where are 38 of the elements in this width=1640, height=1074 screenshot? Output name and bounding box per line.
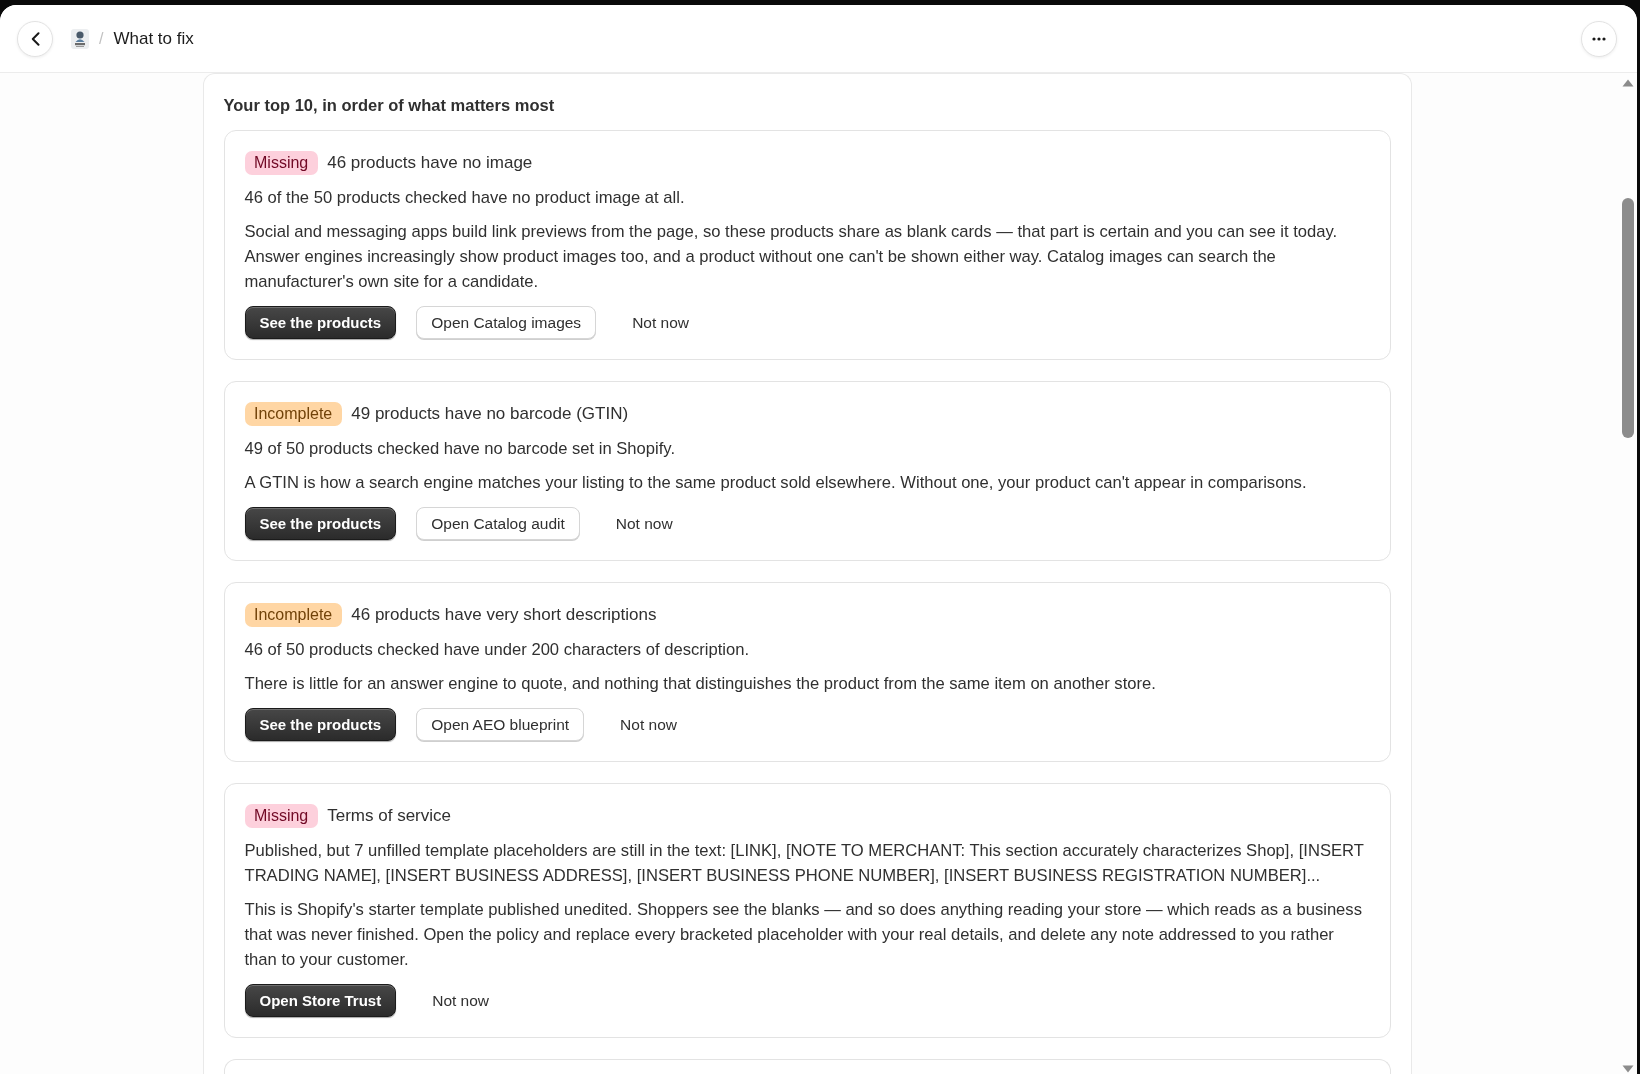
primary-button[interactable]: Open Store Trust [244,984,397,1017]
issue-summary: 49 of 50 products checked have no barcode set in Shopify. [244,437,676,460]
issue-description: This is Shopify's starter template published unedited. Shoppers see the blanks — and so does anything reading your store — which reads as a business that was never finished. Open the policy and replace every bracketed placeholder with your real details, and delete any note addressed to you rather than to your customer. [244,899,1363,971]
secondary-button[interactable]: Open Catalog images [416,306,597,339]
issue-description: A GTIN is how a search engine matches your listing to the same product sold elsewhere. Without one, your product can't appear in comparisons. [244,472,1308,494]
issue-title: 46 products have very short descriptions [351,604,657,626]
issue-title: 49 products have no barcode (GTIN) [351,403,629,425]
scrollbar-thumb[interactable] [1621,198,1634,438]
dismiss-button[interactable]: Not now [603,507,685,540]
scroll-up-icon[interactable] [1621,79,1634,87]
status-badge: Missing [244,151,318,175]
breadcrumb-separator: / [99,28,104,49]
chevron-left-icon [30,31,40,46]
issue-description: There is little for an answer engine to quote, and nothing that distinguishes the product from the same item on another store. [244,673,1157,695]
issue-summary: Published, but 7 unfilled template placeholders are still in the text: [LINK], [NOTE TO MERCHANT: This section accurately characterizes Shop], [INSERT TRADING NAME], [INSERT BUSINESS ADDRESS], [INSERT BUSINESS PHONE NUMBER], [INSERT BUSINESS REGISTRATION NUMBER]... [244,839,1365,887]
issue-summary: 46 of the 50 products checked have no product image at all. [244,186,686,209]
issue-title: 46 products have no image [327,152,533,174]
issue-description: Social and messaging apps build link previews from the page, so these products share as blank cards — that part is certain and you can see it today. Answer engines increasingly show product images too, and a product without one can't be shown either way. Catalog images can search the manufacturer's own site for a candidate. [244,221,1339,293]
logo-icon [71,28,89,49]
primary-button[interactable]: See the products [244,507,397,540]
status-badge: Incomplete [244,402,342,426]
dismiss-button[interactable]: Not now [620,306,701,339]
primary-button[interactable]: See the products [244,306,397,339]
page-title: What to fix [113,28,194,49]
primary-button[interactable]: See the products [244,708,397,741]
back-button[interactable] [17,20,53,57]
secondary-button[interactable]: Open AEO blueprint [416,708,585,741]
more-icon [1592,36,1606,41]
status-badge: Missing [244,804,318,828]
status-badge: Incomplete [244,603,342,627]
dismiss-button[interactable]: Not now [420,984,502,1017]
more-button[interactable] [1581,20,1617,57]
dismiss-button[interactable]: Not now [608,708,689,741]
scroll-down-icon[interactable] [1621,1065,1634,1073]
secondary-button[interactable]: Open Catalog audit [416,507,580,540]
issue-summary: 46 of 50 products checked have under 200 characters of description. [244,638,751,661]
issue-title: Terms of service [327,805,451,827]
section-heading: Your top 10, in order of what matters most [223,95,556,115]
